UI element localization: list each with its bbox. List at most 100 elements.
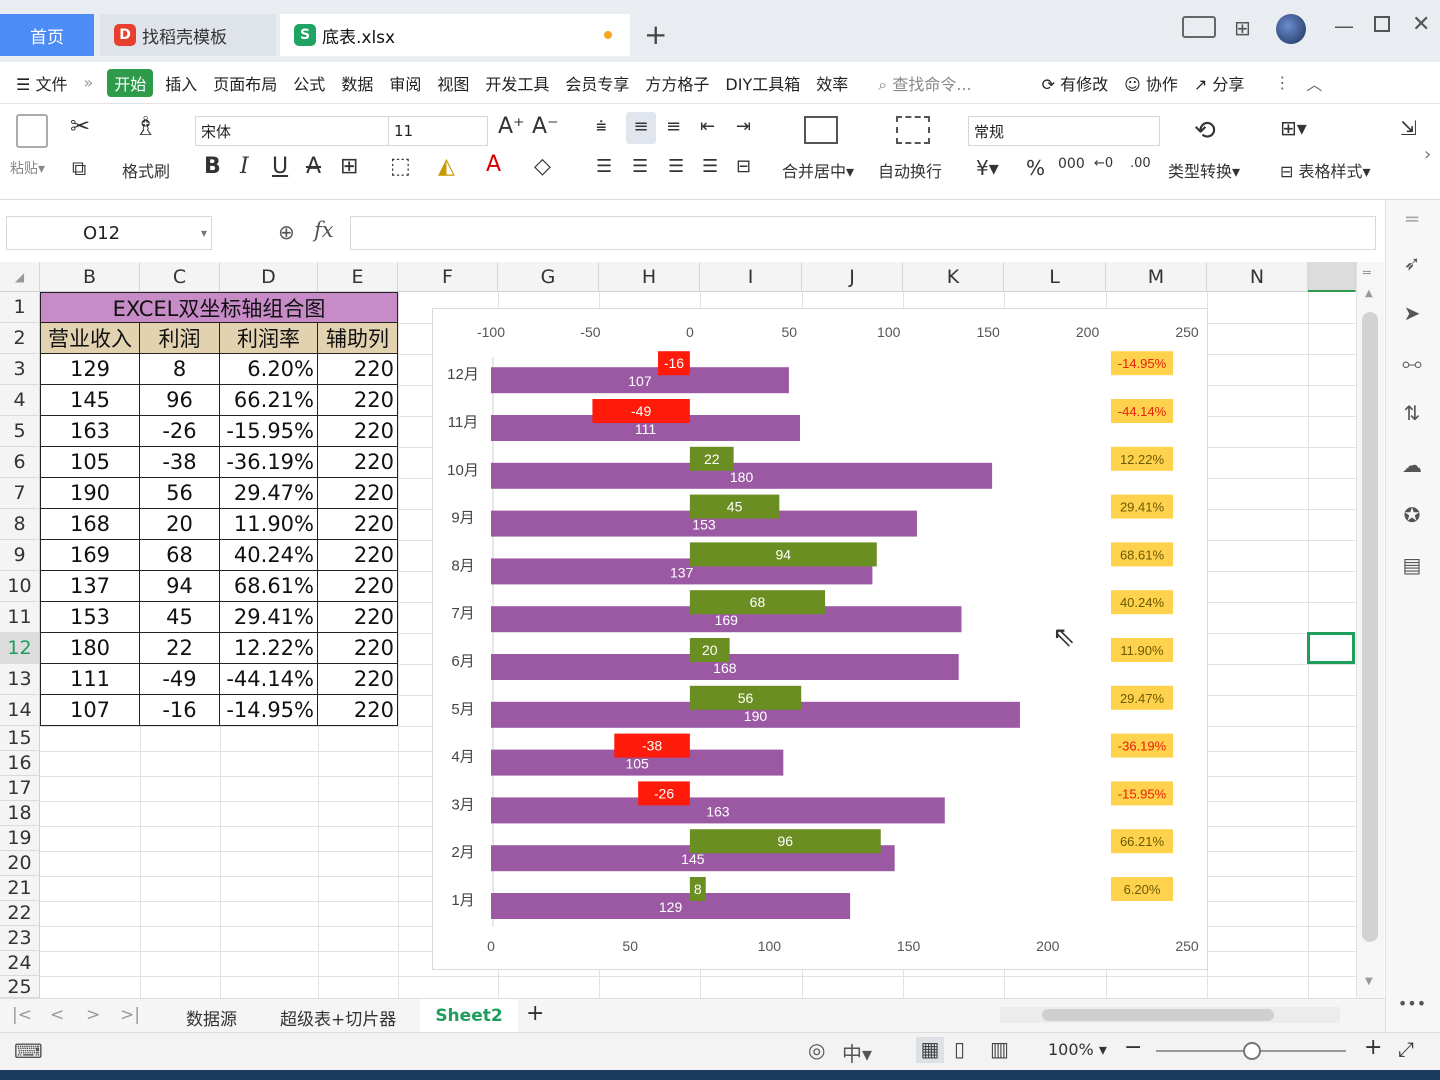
row-header-13[interactable]: 13: [0, 664, 40, 695]
table-cell[interactable]: 220: [318, 695, 398, 726]
input-method-icon[interactable]: 中▾: [842, 1038, 872, 1067]
vertical-scrollbar[interactable]: ═ ▲ ▼: [1356, 262, 1384, 998]
font-size-select[interactable]: 11: [388, 116, 488, 146]
row-header-4[interactable]: 4: [0, 385, 40, 416]
row-header-16[interactable]: 16: [0, 751, 40, 776]
zoom-level[interactable]: 100% ▾: [1048, 1040, 1107, 1059]
table-cell[interactable]: 129: [40, 354, 140, 385]
col-header-i[interactable]: I: [700, 262, 802, 292]
col-header-e[interactable]: E: [318, 262, 398, 292]
menu-start[interactable]: 开始: [107, 68, 154, 97]
table-cell[interactable]: 96: [140, 385, 220, 416]
pivot-icon[interactable]: ⇅: [1399, 400, 1425, 426]
sheet-tab-supertable[interactable]: 超级表+切片器: [280, 1005, 396, 1030]
row-header-22[interactable]: 22: [0, 901, 40, 926]
table-cell[interactable]: 220: [318, 509, 398, 540]
menu-expand-icon[interactable]: »: [75, 73, 101, 92]
row-header-10[interactable]: 10: [0, 571, 40, 602]
row-header-9[interactable]: 9: [0, 540, 40, 571]
scroll-down-icon[interactable]: ▼: [1365, 976, 1373, 987]
italic-icon[interactable]: I: [240, 154, 249, 179]
currency-icon[interactable]: ¥▾: [976, 156, 999, 180]
align-middle-icon[interactable]: ≡: [626, 112, 656, 144]
paste-button[interactable]: 粘贴▾: [10, 158, 45, 178]
row-header-19[interactable]: 19: [0, 826, 40, 851]
prev-sheet-icon[interactable]: <: [50, 1005, 64, 1025]
table-header-cell[interactable]: 营业收入: [40, 323, 140, 354]
increase-decimal-icon[interactable]: ←0: [1094, 156, 1113, 171]
indent-decrease-icon[interactable]: ⇤: [700, 116, 715, 137]
wrap-text-button[interactable]: 自动换行: [878, 158, 942, 182]
row-header-24[interactable]: 24: [0, 951, 40, 976]
extra-tools-icon[interactable]: ⇲: [1400, 116, 1417, 140]
collab-button[interactable]: ☺ 协作: [1116, 71, 1186, 95]
row-header-12[interactable]: 12: [0, 633, 40, 664]
selected-cell[interactable]: [1307, 632, 1355, 664]
new-tab-icon[interactable]: +: [644, 18, 667, 51]
select-all-corner[interactable]: ◢: [0, 262, 40, 292]
combo-chart[interactable]: -100 -50 0 50 100 150 200 250 0 50 100 150 200 250 1月 1…: [432, 308, 1208, 970]
table-header-cell[interactable]: 辅助列: [318, 323, 398, 354]
row-header-25[interactable]: 25: [0, 976, 40, 998]
table-header-cell[interactable]: 利润率: [220, 323, 318, 354]
window-layout-icon[interactable]: [1182, 16, 1216, 38]
menu-formula[interactable]: 公式: [285, 71, 333, 95]
row-header-23[interactable]: 23: [0, 926, 40, 951]
table-cell[interactable]: 220: [318, 385, 398, 416]
zoom-slider-handle[interactable]: [1243, 1042, 1261, 1060]
menu-developer[interactable]: 开发工具: [477, 71, 557, 95]
increase-font-icon[interactable]: A⁺: [498, 114, 525, 139]
align-center-icon[interactable]: ☰: [632, 156, 648, 177]
menu-diy-toolbox[interactable]: DIY工具箱: [717, 71, 808, 95]
macro-record-icon[interactable]: ⌨: [14, 1039, 43, 1063]
table-cell[interactable]: -15.95%: [220, 416, 318, 447]
table-cell[interactable]: -44.14%: [220, 664, 318, 695]
tab-template[interactable]: D 找稻壳模板: [100, 14, 276, 56]
zoom-out-icon[interactable]: −: [1124, 1035, 1142, 1060]
next-sheet-icon[interactable]: >: [86, 1005, 100, 1025]
table-cell[interactable]: 190: [40, 478, 140, 509]
font-color-icon[interactable]: A: [486, 152, 501, 177]
paste-icon[interactable]: [16, 114, 48, 148]
align-bottom-icon[interactable]: ≡: [666, 116, 681, 137]
name-box-dropdown-icon[interactable]: ▾: [201, 226, 207, 240]
tab-home[interactable]: 首页: [0, 14, 94, 56]
fullscreen-icon[interactable]: ⤢: [1398, 1037, 1414, 1061]
page-layout-view-icon[interactable]: ▯: [954, 1037, 965, 1061]
horizontal-scrollbar[interactable]: [1000, 1007, 1340, 1023]
col-header-f[interactable]: F: [398, 262, 498, 292]
table-cell[interactable]: 66.21%: [220, 385, 318, 416]
distribute-icon[interactable]: ⊟: [736, 156, 751, 177]
menu-data[interactable]: 数据: [333, 71, 381, 95]
avatar[interactable]: [1276, 14, 1306, 44]
table-cell[interactable]: 6.20%: [220, 354, 318, 385]
table-cell[interactable]: 220: [318, 664, 398, 695]
menu-page-layout[interactable]: 页面布局: [205, 71, 285, 95]
decrease-decimal-icon[interactable]: .00: [1130, 156, 1151, 171]
book-icon[interactable]: ▤: [1399, 552, 1425, 578]
row-header-8[interactable]: 8: [0, 509, 40, 540]
table-cell[interactable]: 12.22%: [220, 633, 318, 664]
maximize-icon[interactable]: [1374, 16, 1390, 32]
row-header-17[interactable]: 17: [0, 776, 40, 801]
table-cell[interactable]: 22: [140, 633, 220, 664]
col-header-n[interactable]: N: [1207, 262, 1308, 292]
clear-format-icon[interactable]: ◇: [534, 154, 551, 179]
table-cell[interactable]: -49: [140, 664, 220, 695]
row-header-20[interactable]: 20: [0, 851, 40, 876]
cut-icon[interactable]: ✂: [70, 112, 90, 140]
table-cell[interactable]: -38: [140, 447, 220, 478]
align-top-icon[interactable]: ⩧: [596, 116, 607, 137]
format-painter-button[interactable]: 格式刷: [122, 158, 170, 182]
page-break-view-icon[interactable]: ▥: [990, 1037, 1009, 1061]
table-cell[interactable]: -14.95%: [220, 695, 318, 726]
align-right-icon[interactable]: ☰: [668, 156, 684, 177]
thousands-icon[interactable]: 000: [1058, 156, 1085, 172]
table-cell[interactable]: 153: [40, 602, 140, 633]
sliders-icon[interactable]: ⧟: [1399, 350, 1425, 376]
menu-member[interactable]: 会员专享: [557, 71, 637, 95]
rail-handle-icon[interactable]: ═: [1399, 206, 1425, 232]
row-header-7[interactable]: 7: [0, 478, 40, 509]
cell-style-icon[interactable]: ⬚: [390, 154, 411, 179]
col-header-b[interactable]: B: [40, 262, 140, 292]
